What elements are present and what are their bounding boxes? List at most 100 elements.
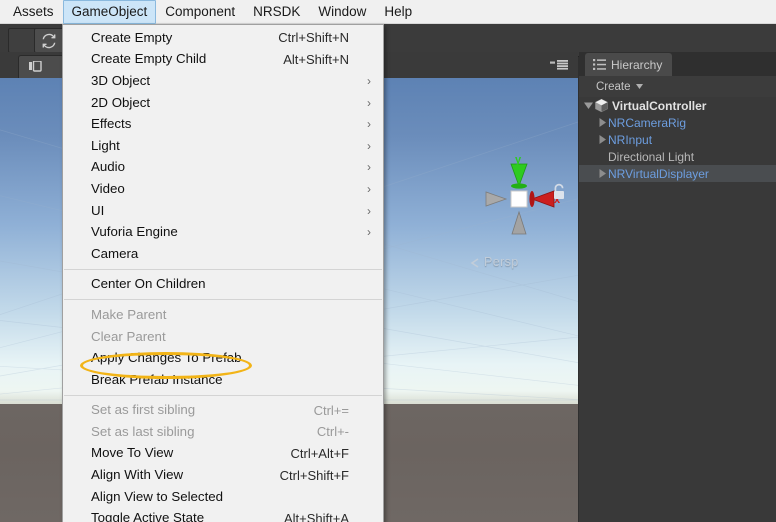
menu-item-ui[interactable]: UI › [63, 200, 383, 222]
hierarchy-panel: Hierarchy Create VirtualController NRCame… [579, 52, 776, 522]
menu-item-label: Vuforia Engine [91, 224, 178, 240]
menu-item-align-view-to-selected[interactable]: Align View to Selected [63, 486, 383, 508]
panel-options-icon[interactable] [550, 60, 568, 71]
menu-item-label: Create Empty [91, 29, 173, 45]
menu-item-label: Camera [91, 245, 139, 261]
scene-tab-icon [29, 61, 42, 72]
menu-item-label: 2D Object [91, 94, 151, 110]
menu-item-label: 3D Object [91, 72, 151, 88]
menu-item-label: Create Empty Child [91, 51, 207, 67]
gizmo-axis-y-label: y [515, 156, 522, 166]
refresh-icon [42, 33, 56, 49]
hierarchy-tab-row: Hierarchy [579, 52, 776, 76]
menu-item-label: Align With View [91, 467, 184, 483]
toolbar-button-left[interactable] [8, 28, 36, 53]
hierarchy-row[interactable]: NRCameraRig [579, 114, 776, 131]
menu-separator [64, 268, 382, 270]
submenu-arrow-icon: › [367, 160, 371, 175]
menu-item-label: Make Parent [91, 306, 167, 322]
menu-item-camera[interactable]: Camera [63, 243, 383, 265]
menubar-item-nrsdk[interactable]: NRSDK [244, 0, 309, 24]
foldout-spacer [597, 148, 608, 165]
menu-item-set-as-first-sibling: Set as first sibling Ctrl+= [63, 400, 383, 422]
foldout-collapsed-icon[interactable] [597, 165, 608, 182]
hierarchy-row[interactable]: NRVirtualDisplayer [579, 165, 776, 182]
menu-item-vuforia-engine[interactable]: Vuforia Engine › [63, 221, 383, 243]
menu-item-center-on-children[interactable]: Center On Children [63, 274, 383, 296]
caret-down-icon [635, 84, 643, 89]
menu-item-video[interactable]: Video › [63, 178, 383, 200]
menu-separator [64, 394, 382, 396]
menu-item-light[interactable]: Light › [63, 135, 383, 157]
hierarchy-toolbar: Create [579, 76, 776, 98]
create-button[interactable]: Create [589, 78, 650, 95]
menu-item-label: Set as first sibling [91, 402, 196, 418]
menu-item-create-empty[interactable]: Create Empty Ctrl+Shift+N [63, 27, 383, 49]
menubar-item-gameobject[interactable]: GameObject [62, 0, 157, 24]
lock-icon[interactable] [551, 183, 567, 201]
foldout-collapsed-icon[interactable] [597, 114, 608, 131]
menu-item-shortcut: Ctrl+Alt+F [290, 445, 349, 461]
hierarchy-icon [593, 59, 606, 70]
menubar-item-component[interactable]: Component [156, 0, 244, 24]
hierarchy-row-label: Directional Light [608, 149, 695, 164]
menu-item-label: Center On Children [91, 276, 206, 292]
submenu-arrow-icon: › [367, 117, 371, 132]
hierarchy-row[interactable]: VirtualController [579, 97, 776, 114]
hierarchy-row-label: VirtualController [612, 98, 707, 113]
menu-item-label: Audio [91, 159, 126, 175]
menu-item-label: Align View to Selected [91, 488, 224, 504]
prefab-cube-icon [594, 98, 609, 113]
hierarchy-tree[interactable]: VirtualController NRCameraRig NRInput Direc… [579, 97, 776, 522]
menu-item-shortcut: Ctrl+= [313, 402, 349, 418]
menu-item-shortcut: Alt+Shift+A [283, 510, 349, 522]
scene-orientation-gizmo[interactable]: y x [476, 156, 562, 242]
menu-item-label: Break Prefab Instance [91, 371, 223, 387]
submenu-arrow-icon: › [367, 138, 371, 153]
menu-item-audio[interactable]: Audio › [63, 157, 383, 179]
create-button-label: Create [596, 80, 631, 93]
menu-item-label: Light [91, 137, 120, 153]
menu-item-make-parent: Make Parent [63, 304, 383, 326]
menu-item-2d-object[interactable]: 2D Object › [63, 92, 383, 114]
submenu-arrow-icon: › [367, 203, 371, 218]
unity-editor-window: Assets GameObject Component NRSDK Window Help [0, 0, 776, 522]
menubar-item-help[interactable]: Help [375, 0, 421, 24]
menu-item-move-to-view[interactable]: Move To View Ctrl+Alt+F [63, 443, 383, 465]
menu-item-label: UI [91, 202, 105, 218]
menu-item-shortcut: Alt+Shift+N [283, 51, 349, 67]
submenu-arrow-icon: › [367, 73, 371, 88]
menu-bar: Assets GameObject Component NRSDK Window Help [0, 0, 776, 24]
foldout-collapsed-icon[interactable] [597, 131, 608, 148]
submenu-arrow-icon: › [367, 95, 371, 110]
hierarchy-row-label: NRVirtualDisplayer [608, 166, 709, 181]
hierarchy-row[interactable]: Directional Light [579, 148, 776, 165]
menu-item-label: Effects [91, 116, 132, 132]
menu-item-align-with-view[interactable]: Align With View Ctrl+Shift+F [63, 464, 383, 486]
menu-item-label: Set as last sibling [91, 423, 195, 439]
hierarchy-tab-label: Hierarchy [611, 57, 663, 72]
menu-item-create-empty-child[interactable]: Create Empty Child Alt+Shift+N [63, 49, 383, 71]
gameobject-dropdown-menu[interactable]: Create Empty Ctrl+Shift+N Create Empty Chi… [62, 24, 384, 522]
menu-item-effects[interactable]: Effects › [63, 113, 383, 135]
hierarchy-row-label: NRCameraRig [608, 115, 687, 130]
hierarchy-row-label: NRInput [608, 132, 653, 147]
menu-item-clear-parent: Clear Parent [63, 326, 383, 348]
tab-scene[interactable] [18, 55, 64, 78]
menu-item-shortcut: Ctrl+- [316, 424, 349, 440]
hierarchy-row[interactable]: NRInput [579, 131, 776, 148]
foldout-expanded-icon[interactable] [583, 97, 594, 114]
menu-item-label: Toggle Active State [91, 510, 205, 522]
menu-item-label: Move To View [91, 445, 174, 461]
menu-item-3d-object[interactable]: 3D Object › [63, 70, 383, 92]
menu-item-label: Apply Changes To Prefab [91, 350, 242, 366]
menu-item-break-prefab-instance[interactable]: Break Prefab Instance [63, 369, 383, 391]
persp-toggle-arrow-icon[interactable] [470, 258, 482, 268]
menu-item-apply-changes-to-prefab[interactable]: Apply Changes To Prefab [63, 347, 383, 369]
menu-item-label: Video [91, 180, 125, 196]
menubar-item-assets[interactable]: Assets [4, 0, 63, 24]
menubar-item-window[interactable]: Window [309, 0, 375, 24]
projection-mode-label[interactable]: Persp [484, 255, 519, 269]
tab-hierarchy[interactable]: Hierarchy [585, 53, 673, 76]
menu-item-toggle-active-state[interactable]: Toggle Active State Alt+Shift+A [63, 507, 383, 522]
